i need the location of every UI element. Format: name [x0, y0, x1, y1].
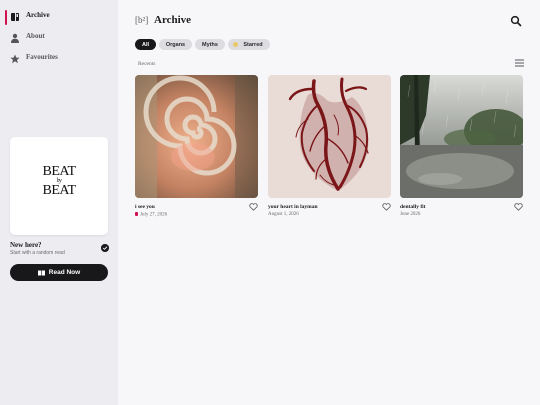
- page-title: Archive: [154, 14, 192, 26]
- heart-vessels-image: [268, 75, 391, 198]
- read-now-label: Read Now: [48, 269, 81, 276]
- logo-text-bottom: BEAT: [42, 183, 77, 198]
- card-title-1[interactable]: i see you: [135, 204, 155, 210]
- card-image-2[interactable]: [268, 75, 391, 198]
- book-icon: [11, 13, 19, 21]
- new-here-subtext: Start with a random read: [10, 250, 65, 256]
- heart-icon[interactable]: [514, 203, 523, 211]
- sidebar-item-favourites[interactable]: Favourites: [0, 50, 118, 68]
- check-circle-icon: [101, 244, 109, 252]
- filter-chip-myths[interactable]: Myths: [195, 39, 225, 50]
- sidebar-item-label: Favourites: [26, 53, 58, 61]
- read-now-button[interactable]: Read Now: [10, 264, 108, 281]
- pin-icon: [135, 212, 138, 216]
- sidebar-item-label: Archive: [26, 11, 50, 19]
- featured-card[interactable]: BEAT by BEAT: [10, 137, 108, 235]
- card-date-text: July 27, 2026: [140, 212, 168, 218]
- filter-chip-label: Starred: [243, 41, 263, 48]
- card-date-2: August 1, 2026: [268, 212, 299, 217]
- filter-chip-organs[interactable]: Organs: [159, 39, 192, 50]
- filter-chip-starred[interactable]: Starred: [228, 39, 270, 50]
- search-icon[interactable]: [510, 15, 522, 27]
- card-title-3[interactable]: dentally fit: [400, 204, 426, 210]
- list-view-icon[interactable]: [515, 59, 524, 67]
- sidebar-item-about[interactable]: About: [0, 29, 118, 47]
- brand-mark: [b²]: [135, 15, 149, 25]
- sidebar-item-archive[interactable]: Archive: [0, 8, 118, 26]
- card-title-2[interactable]: your heart in layman: [268, 204, 318, 210]
- open-book-icon: [37, 270, 45, 275]
- card-date-3: June 2026: [400, 212, 421, 217]
- card-image-3[interactable]: [400, 75, 523, 198]
- sidebar: Archive About Favourites BEAT by BEAT Ne…: [0, 0, 118, 405]
- heart-icon[interactable]: [249, 203, 258, 211]
- starred-dot-icon: [233, 42, 238, 47]
- logo-text-top: BEAT: [42, 164, 77, 179]
- card-image-1[interactable]: [135, 75, 258, 198]
- spiral-glass-image: [135, 75, 258, 198]
- person-icon: [11, 33, 19, 43]
- heart-icon[interactable]: [382, 203, 391, 211]
- card-date-1: July 27, 2026: [135, 212, 167, 218]
- new-here-heading: New here?: [10, 241, 42, 249]
- rainy-landscape-image: [400, 75, 523, 198]
- sidebar-item-label: About: [26, 32, 45, 40]
- star-icon: [10, 54, 20, 64]
- beat-by-beat-logo: BEAT by BEAT: [10, 164, 108, 198]
- section-label: Recents: [138, 61, 156, 67]
- filter-chip-all[interactable]: All: [135, 39, 156, 50]
